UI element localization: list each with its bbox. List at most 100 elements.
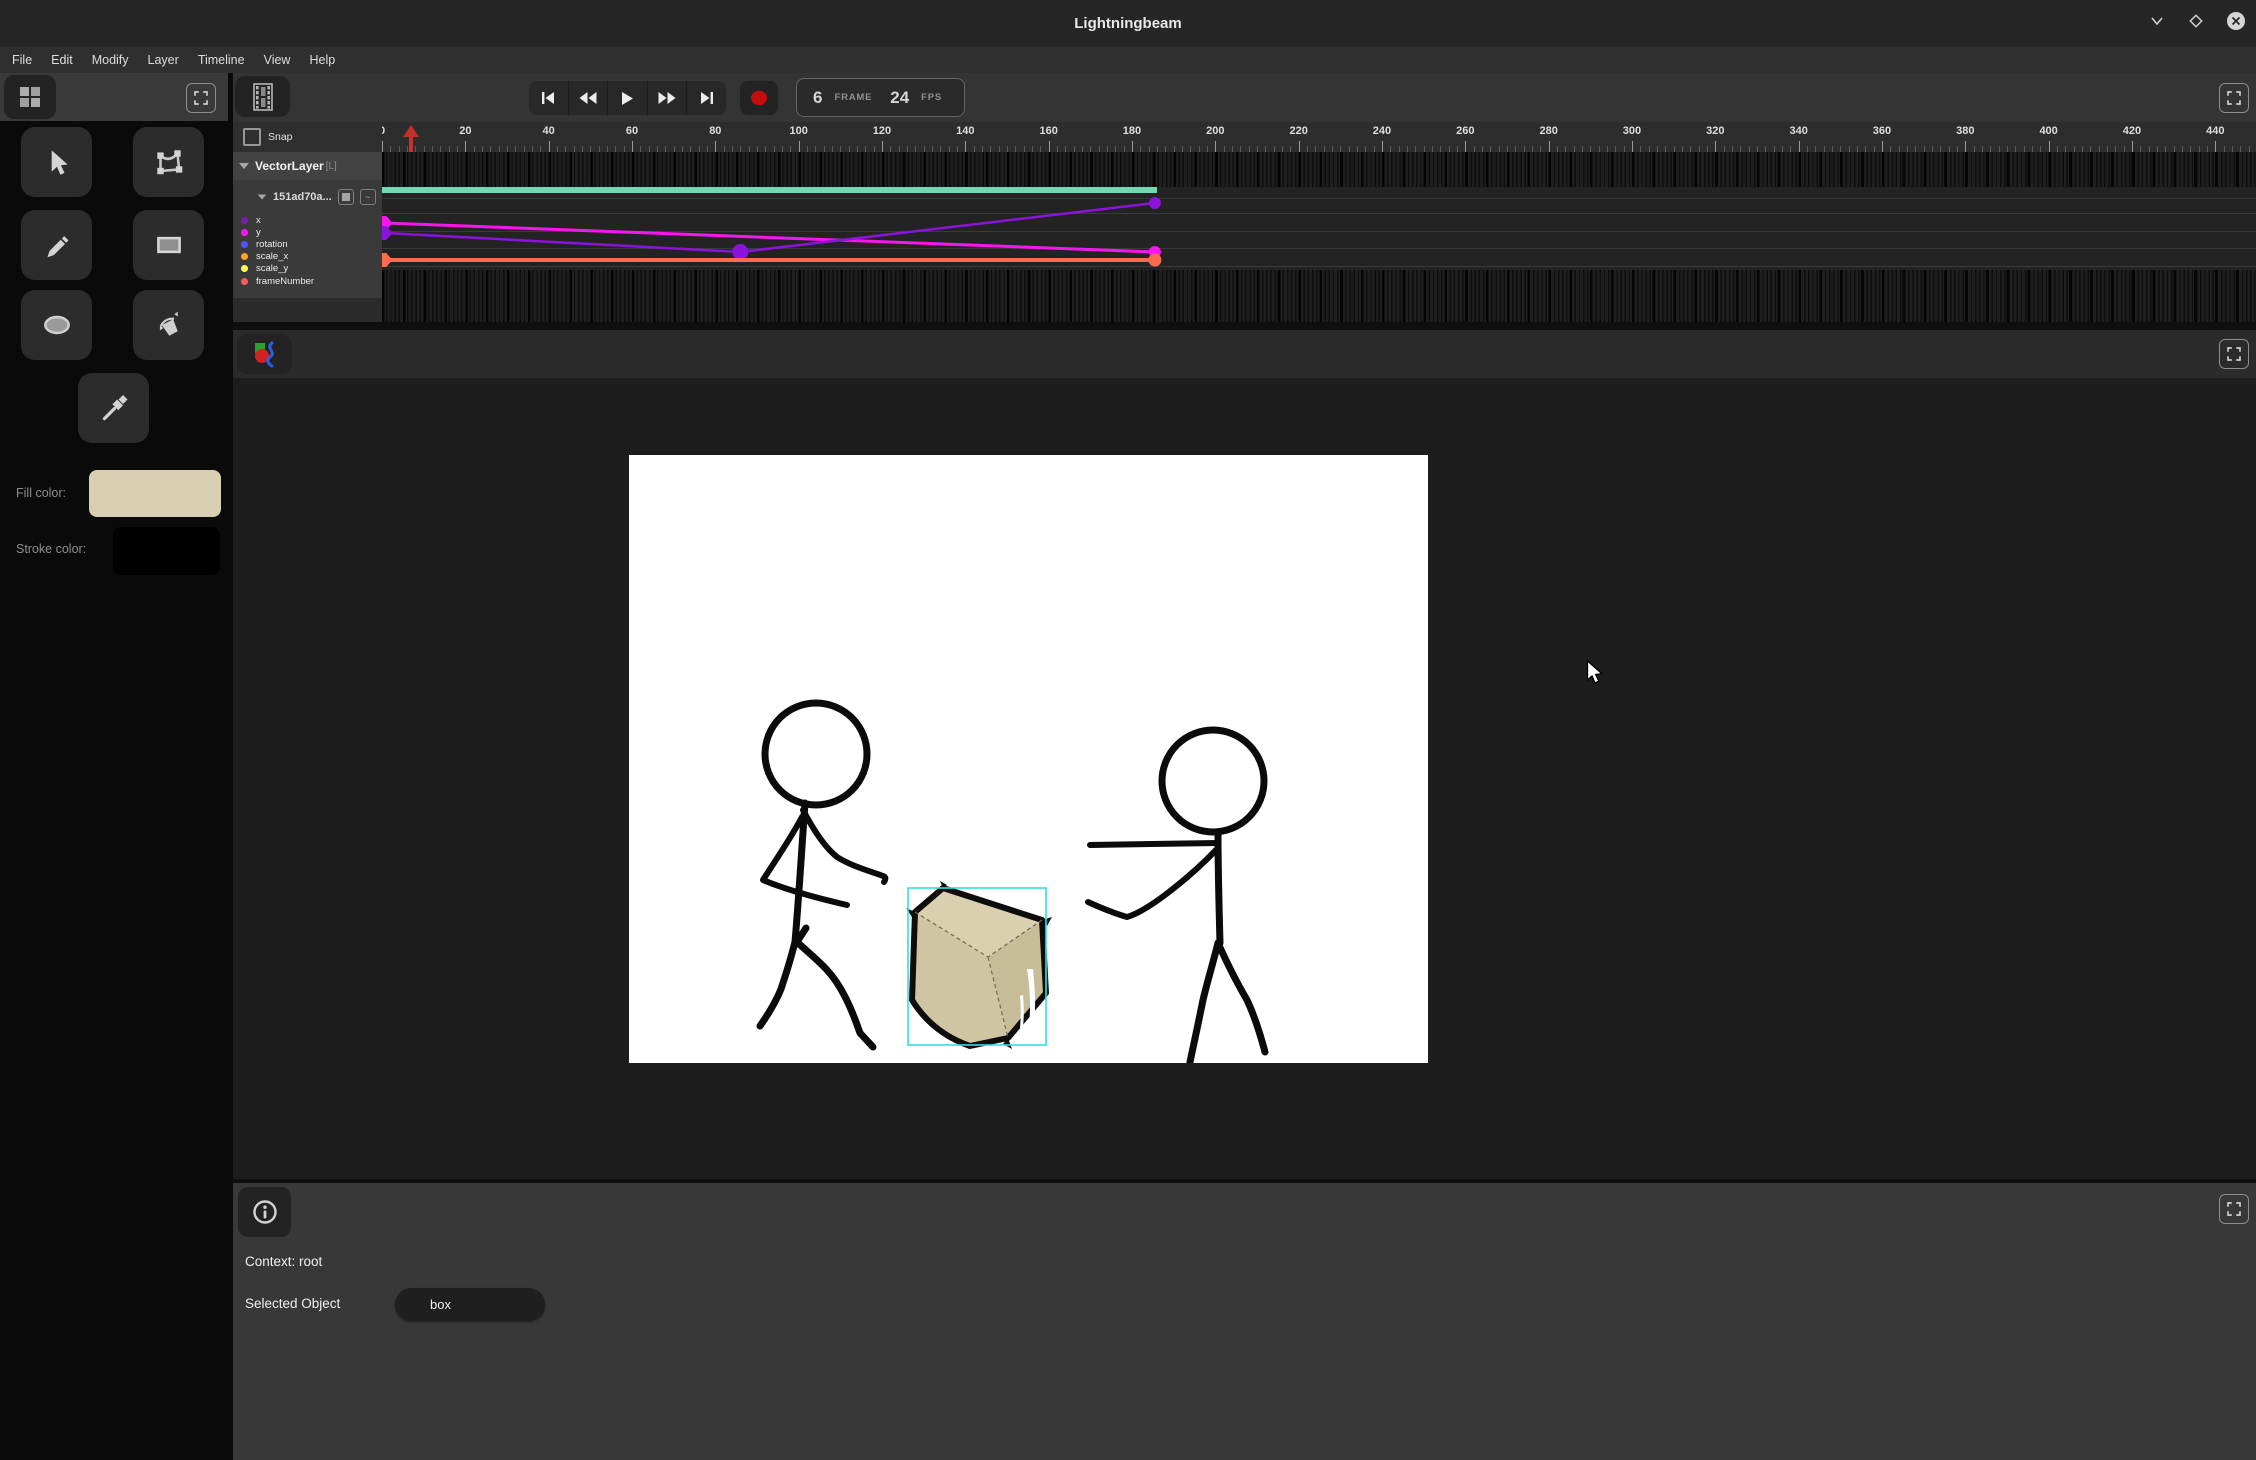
tool-rectangle-button[interactable] (133, 210, 204, 280)
transform-icon (152, 145, 186, 179)
tool-paint-bucket-button[interactable] (133, 290, 204, 360)
selected-object-value: box (430, 1297, 451, 1312)
fast-forward-button[interactable] (648, 81, 688, 115)
property-label: rotation (256, 239, 288, 250)
fullscreen-icon (2225, 1200, 2243, 1218)
stroke-color-label: Stroke color: (16, 542, 86, 556)
close-icon[interactable] (2226, 11, 2246, 36)
menu-item-help[interactable]: Help (309, 53, 335, 67)
tool-pencil-button[interactable] (21, 210, 92, 280)
fill-color-swatch[interactable] (89, 470, 221, 517)
property-color-icon (241, 265, 248, 272)
tool-transform-button[interactable] (133, 127, 204, 197)
selected-object-field[interactable]: box (395, 1288, 545, 1321)
status-panel: Context: root Selected Object (233, 1183, 2256, 1460)
skip-to-start-button[interactable] (529, 81, 569, 115)
rewind-button[interactable] (569, 81, 609, 115)
title-bar: Lightningbeam (0, 0, 2256, 47)
sublayer-panel: 151ad70a... ~ xyrotationscale_xscale_yfr… (233, 180, 382, 298)
panel-grid-button[interactable] (4, 75, 56, 119)
drawing-canvas[interactable] (629, 455, 1428, 1063)
minimize-icon[interactable] (2148, 12, 2166, 35)
timeline-curves (382, 122, 2256, 322)
timeline-property-scale_y[interactable]: scale_y (241, 263, 314, 275)
play-button[interactable] (608, 81, 648, 115)
sublayer-easing-button[interactable]: ~ (360, 189, 376, 205)
sublayer-color-button[interactable] (338, 189, 354, 205)
skip-to-end-icon (699, 91, 715, 105)
timeline-property-scale_x[interactable]: scale_x (241, 251, 314, 263)
property-color-icon (241, 217, 248, 224)
keyframe-end-x[interactable] (1149, 197, 1161, 209)
menu-item-view[interactable]: View (264, 53, 291, 67)
toolbox-fullscreen-button[interactable] (186, 83, 216, 113)
keyframe-start-frameNumber[interactable] (382, 253, 392, 267)
transport-bar: 6 FRAME 24 FPS (233, 73, 2256, 122)
play-icon (620, 91, 634, 106)
info-button[interactable] (238, 1187, 291, 1237)
layer-name: VectorLayer (255, 159, 324, 173)
fullscreen-icon (2225, 89, 2243, 107)
layer-row-vectorlayer[interactable]: VectorLayer [L] (233, 152, 382, 180)
playback-controls (529, 81, 726, 115)
stick-figure-left[interactable] (760, 703, 885, 1047)
box-object[interactable] (906, 881, 1052, 1049)
property-list: xyrotationscale_xscale_y frameNumber (241, 214, 314, 287)
selected-object-label: Selected Object (245, 1296, 340, 1311)
tool-select-button[interactable] (21, 127, 92, 197)
timeline-property-rotation[interactable]: rotation (241, 238, 314, 250)
canvas-header (233, 330, 2256, 378)
timeline-property-frameNumber[interactable]: frameNumber (241, 275, 314, 287)
snap-checkbox[interactable] (243, 128, 261, 146)
keyframe-end-frameNumber[interactable] (1148, 254, 1161, 267)
rewind-icon (578, 91, 598, 105)
skip-to-end-button[interactable] (687, 81, 726, 115)
tool-ellipse-button[interactable] (21, 290, 92, 360)
status-fullscreen-button[interactable] (2219, 1194, 2249, 1224)
property-color-icon (241, 278, 248, 285)
menu-item-timeline[interactable]: Timeline (198, 53, 245, 67)
property-color-icon (241, 253, 248, 260)
snap-row: Snap (233, 122, 382, 152)
menu-item-edit[interactable]: Edit (51, 53, 73, 67)
fps-value[interactable]: 24 (890, 88, 909, 108)
property-label: frameNumber (256, 276, 314, 287)
property-label: y (256, 227, 261, 238)
ellipse-icon (39, 308, 75, 342)
menu-item-layer[interactable]: Layer (148, 53, 179, 67)
frame-counter: 6 FRAME 24 FPS (796, 78, 965, 117)
sublayer-row[interactable]: 151ad70a... ~ (233, 188, 382, 206)
layer-suffix: [L] (326, 161, 337, 172)
canvas-fullscreen-button[interactable] (2219, 339, 2249, 369)
fullscreen-icon (2225, 345, 2243, 363)
info-icon (252, 1199, 278, 1225)
tool-eyedropper-button[interactable] (78, 373, 149, 443)
keyframe-x[interactable] (732, 244, 748, 260)
snap-label: Snap (268, 131, 293, 143)
timeline-panel-button[interactable] (235, 76, 290, 117)
fill-color-label: Fill color: (16, 486, 66, 500)
frame-unit-label: FRAME (834, 92, 872, 103)
stroke-color-swatch[interactable] (113, 527, 220, 575)
timeline-property-y[interactable]: y (241, 226, 314, 238)
sublayer-expander-icon[interactable] (258, 194, 267, 199)
rectangle-icon (151, 228, 187, 262)
maximize-icon[interactable] (2187, 12, 2205, 35)
scene-button[interactable] (237, 334, 292, 374)
select-arrow-icon (40, 145, 74, 179)
menu-bar: File Edit Modify Layer Timeline View Help (0, 47, 2256, 73)
skip-to-start-icon (540, 91, 556, 105)
timeline-property-x[interactable]: x (241, 214, 314, 226)
layer-expander-icon[interactable] (239, 163, 249, 169)
fps-unit-label: FPS (921, 92, 942, 103)
property-label: scale_x (256, 251, 288, 262)
keyframe-start-x[interactable] (382, 226, 392, 240)
menu-item-modify[interactable]: Modify (92, 53, 129, 67)
frame-value[interactable]: 6 (813, 88, 822, 108)
layer-span-bar[interactable] (382, 187, 1157, 193)
timeline-fullscreen-button[interactable] (2219, 83, 2249, 113)
stick-figure-right[interactable] (1088, 730, 1265, 1062)
property-label: scale_y (256, 263, 288, 274)
record-button[interactable] (740, 81, 778, 115)
menu-item-file[interactable]: File (12, 53, 32, 67)
